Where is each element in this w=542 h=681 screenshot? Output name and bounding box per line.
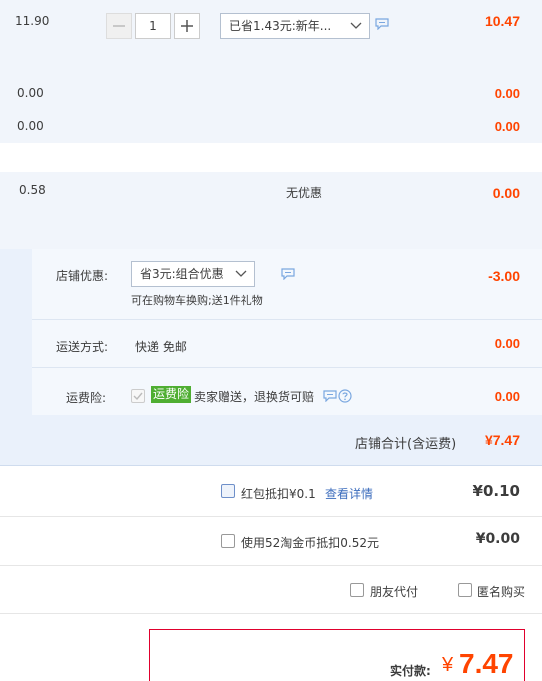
insurance-label: 运费险: xyxy=(66,391,107,405)
plus-icon xyxy=(181,20,193,32)
payment-label: 实付款: xyxy=(390,664,431,678)
message-icon[interactable] xyxy=(281,268,295,280)
divider xyxy=(0,565,542,566)
chevron-down-icon xyxy=(235,270,247,277)
insurance-checkbox xyxy=(131,389,145,403)
red-packet-checkbox[interactable] xyxy=(221,484,235,498)
payment-amount: 7.47 xyxy=(459,648,514,679)
shop-discount-select[interactable]: 省3元:组合优惠 xyxy=(131,261,255,287)
item-subtotal: 10.47 xyxy=(484,13,520,29)
friend-pay-label: 朋友代付 xyxy=(370,585,419,599)
service-row-left-value: 0.58 xyxy=(19,183,46,197)
red-packet-amount: ¥0.10 xyxy=(472,482,520,500)
taojinbi-amount: ¥0.00 xyxy=(475,531,520,547)
item-discount-select[interactable]: 已省1.43元:新年... xyxy=(220,13,370,39)
insurance-text: 卖家赠送，退换货可赔 xyxy=(194,390,315,404)
divider xyxy=(0,465,542,466)
anonymous-purchase-checkbox[interactable] xyxy=(458,583,472,597)
payment-summary-box: 实付款: ¥ 7.47 xyxy=(149,629,525,681)
payment-currency: ¥ xyxy=(442,654,454,676)
divider xyxy=(0,516,542,517)
help-icon[interactable] xyxy=(338,389,352,403)
minus-icon xyxy=(113,25,125,27)
shop-discount-amount: -3.00 xyxy=(488,268,520,284)
item-discount-select-value: 已省1.43元:新年... xyxy=(229,19,332,33)
service-row-amount: 0.00 xyxy=(492,185,520,201)
service-band xyxy=(0,172,542,249)
quantity-decrease-button[interactable] xyxy=(106,13,132,39)
shop-total-amount: ¥7.47 xyxy=(484,432,520,448)
taojinbi-checkbox[interactable] xyxy=(221,534,235,548)
quantity-increase-button[interactable] xyxy=(174,13,200,39)
insurance-tag: 运费险 xyxy=(151,386,192,403)
chevron-down-icon xyxy=(350,22,362,29)
message-icon[interactable] xyxy=(323,390,337,402)
taojinbi-label: 使用52淘金币抵扣0.52元 xyxy=(241,536,379,550)
shop-discount-label: 店铺优惠: xyxy=(56,269,109,283)
shop-discount-note: 可在购物车换购;送1件礼物 xyxy=(131,294,263,307)
divider xyxy=(0,613,542,614)
shipping-label: 运送方式: xyxy=(56,340,109,354)
friend-pay-checkbox[interactable] xyxy=(350,583,364,597)
shop-total-label: 店铺合计(含运费) xyxy=(355,437,457,452)
shipping-amount: 0.00 xyxy=(494,336,520,351)
anonymous-purchase-label: 匿名购买 xyxy=(477,585,526,599)
service-row-status: 无优惠 xyxy=(286,186,323,200)
shipping-method: 快递 免邮 xyxy=(135,340,187,354)
fee-row-left-value: 0.00 xyxy=(17,119,44,133)
fee-row-right-value: 0.00 xyxy=(494,119,520,134)
quantity-input[interactable]: 1 xyxy=(135,13,171,39)
insurance-amount: 0.00 xyxy=(494,389,520,404)
red-packet-details-link[interactable]: 查看详情 xyxy=(325,485,373,502)
fee-row-left-value: 0.00 xyxy=(17,86,44,100)
red-packet-label: 红包抵扣¥0.1 xyxy=(241,487,316,501)
divider xyxy=(32,319,542,320)
message-icon[interactable] xyxy=(375,18,389,30)
shop-discount-select-value: 省3元:组合优惠 xyxy=(140,267,224,281)
divider xyxy=(32,367,542,368)
checkmark-icon xyxy=(133,392,143,401)
fee-row-right-value: 0.00 xyxy=(494,86,520,101)
unit-price: 11.90 xyxy=(15,14,50,28)
